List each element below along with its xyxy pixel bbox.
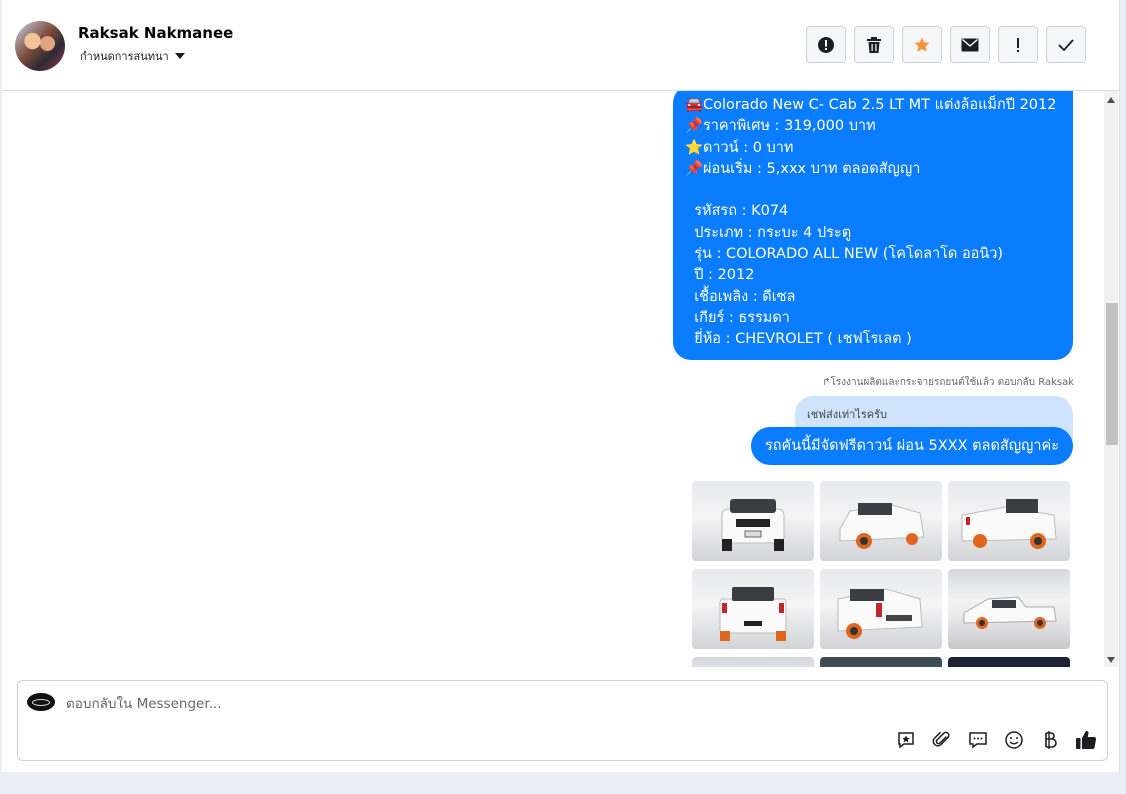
assign-conversation-dropdown[interactable]: กำหนดการสนทนา	[80, 47, 185, 65]
reply-input[interactable]	[66, 694, 766, 714]
car-emoji-icon: 🚘	[685, 97, 704, 113]
message-line-text: รหัสรถ : K074	[694, 203, 789, 220]
message-line-text: Colorado New C- Cab 2.5 LT MT แต่งล้อแม็…	[703, 97, 1057, 113]
baht-icon	[1045, 731, 1057, 749]
star-emoji-icon: ⭐	[685, 139, 704, 156]
car-photo-front-left[interactable]	[820, 481, 942, 561]
message-line-text: ผ่อนเริ่ม : 5,xxx บาท ตลอดสัญญา	[703, 160, 921, 177]
message-line-text: เชื้อเพลิง : ดีเซล	[694, 288, 796, 305]
saved-reply-icon	[898, 732, 914, 749]
avatar[interactable]	[15, 21, 65, 71]
car-photo-rear-left[interactable]	[820, 569, 942, 649]
thumbs-up-icon	[1076, 730, 1097, 750]
message-line-blank	[685, 180, 1061, 201]
check-icon	[1058, 38, 1074, 51]
pushpin-emoji-icon: 📌	[685, 118, 704, 135]
car-photo-studio[interactable]	[820, 657, 942, 667]
speech-bubble-icon	[969, 732, 987, 749]
message-line-text: ประเภท : กระบะ 4 ประตู	[694, 224, 852, 241]
message-line-text: ยี่ห้อ : CHEVROLET ( เชฟโรเลต )	[694, 331, 912, 348]
mark-done-button[interactable]	[1046, 26, 1086, 63]
conversation-header: Raksak Nakmanee กำหนดการสนทนา	[2, 0, 1119, 91]
pushpin-emoji-icon: 📌	[685, 160, 704, 177]
chat-button[interactable]	[966, 728, 990, 752]
scrollbar-thumb[interactable]	[1106, 303, 1118, 445]
car-photo-studio[interactable]	[692, 657, 814, 667]
reply-composer	[17, 680, 1108, 761]
caret-down-icon	[174, 53, 185, 59]
message-line: เกียร์ : ธรรมดา	[685, 308, 1061, 329]
message-thread[interactable]: 🚘Colorado New C- Cab 2.5 LT MT แต่งล้อแม…	[2, 91, 1102, 667]
contact-name[interactable]: Raksak Nakmanee	[78, 24, 233, 42]
trash-icon	[867, 36, 881, 53]
scroll-up-arrow-icon[interactable]	[1107, 97, 1115, 103]
like-button[interactable]	[1074, 728, 1098, 752]
mark-unread-button[interactable]	[950, 26, 990, 63]
paperclip-icon	[932, 731, 950, 747]
message-line: รหัสรถ : K074	[685, 201, 1061, 222]
payment-button[interactable]	[1038, 728, 1062, 752]
message-line: ⭐ดาวน์ : 0 บาท	[685, 138, 1061, 159]
message-line-text: เกียร์ : ธรรมดา	[694, 309, 790, 326]
reply-message-bubble: รถคันนี้มีจัดฟรีดาวน์ ผ่อน 5XXX ตลดสัญญา…	[751, 427, 1073, 465]
report-spam-button[interactable]	[806, 26, 846, 63]
message-line-text: ราคาพิเศษ : 319,000 บาท	[703, 118, 876, 135]
message-line: ปี : 2012	[685, 265, 1061, 286]
message-line-text: ปี : 2012	[694, 267, 755, 284]
car-photo-screenshot[interactable]	[948, 657, 1070, 667]
message-line: 🚘Colorado New C- Cab 2.5 LT MT แต่งล้อแม…	[685, 95, 1061, 116]
envelope-icon	[961, 38, 979, 51]
car-photo-rear[interactable]	[692, 569, 814, 649]
important-button[interactable]	[998, 26, 1038, 63]
page-logo	[27, 693, 55, 711]
exclamation-icon	[1017, 37, 1019, 52]
star-icon	[914, 37, 930, 52]
saved-reply-button[interactable]	[894, 728, 918, 752]
message-line: ประเภท : กระบะ 4 ประตู	[685, 223, 1061, 244]
reply-meta: ↱โรงงานผลิตและกระจายรถยนต์ใช้แล้ว ตอบกลั…	[822, 375, 1074, 390]
message-line: รุ่น : COLORADO ALL NEW (โคโดลาโด ออนิว)	[685, 244, 1061, 265]
car-photo-front[interactable]	[692, 481, 814, 561]
attach-button[interactable]	[930, 728, 954, 752]
listing-message-bubble: 🚘Colorado New C- Cab 2.5 LT MT แต่งล้อแม…	[673, 91, 1073, 360]
star-button[interactable]	[902, 26, 942, 63]
scroll-down-arrow-icon[interactable]	[1107, 657, 1115, 663]
delete-button[interactable]	[854, 26, 894, 63]
message-line: เชื้อเพลิง : ดีเซล	[685, 287, 1061, 308]
message-line: ยี่ห้อ : CHEVROLET ( เชฟโรเลต )	[685, 329, 1061, 350]
assign-label: กำหนดการสนทนา	[80, 50, 169, 63]
exclamation-circle-icon	[818, 36, 834, 53]
message-line-text: รุ่น : COLORADO ALL NEW (โคโดลาโด ออนิว)	[694, 246, 1004, 263]
thread-scrollbar[interactable]	[1104, 91, 1118, 667]
car-photo-rear-right[interactable]	[948, 481, 1070, 561]
reply-meta-text: โรงงานผลิตและกระจายรถยนต์ใช้แล้ว ตอบกลับ…	[830, 377, 1074, 388]
emoji-button[interactable]	[1002, 728, 1026, 752]
car-photo-side[interactable]	[948, 569, 1070, 649]
conversation-panel: Raksak Nakmanee กำหนดการสนทนา 🚘Colorado …	[2, 0, 1120, 772]
message-line: 📌ราคาพิเศษ : 319,000 บาท	[685, 116, 1061, 137]
message-line-text: ดาวน์ : 0 บาท	[703, 139, 794, 156]
smiley-icon	[1005, 731, 1023, 749]
message-line: 📌ผ่อนเริ่ม : 5,xxx บาท ตลอดสัญญา	[685, 159, 1061, 180]
